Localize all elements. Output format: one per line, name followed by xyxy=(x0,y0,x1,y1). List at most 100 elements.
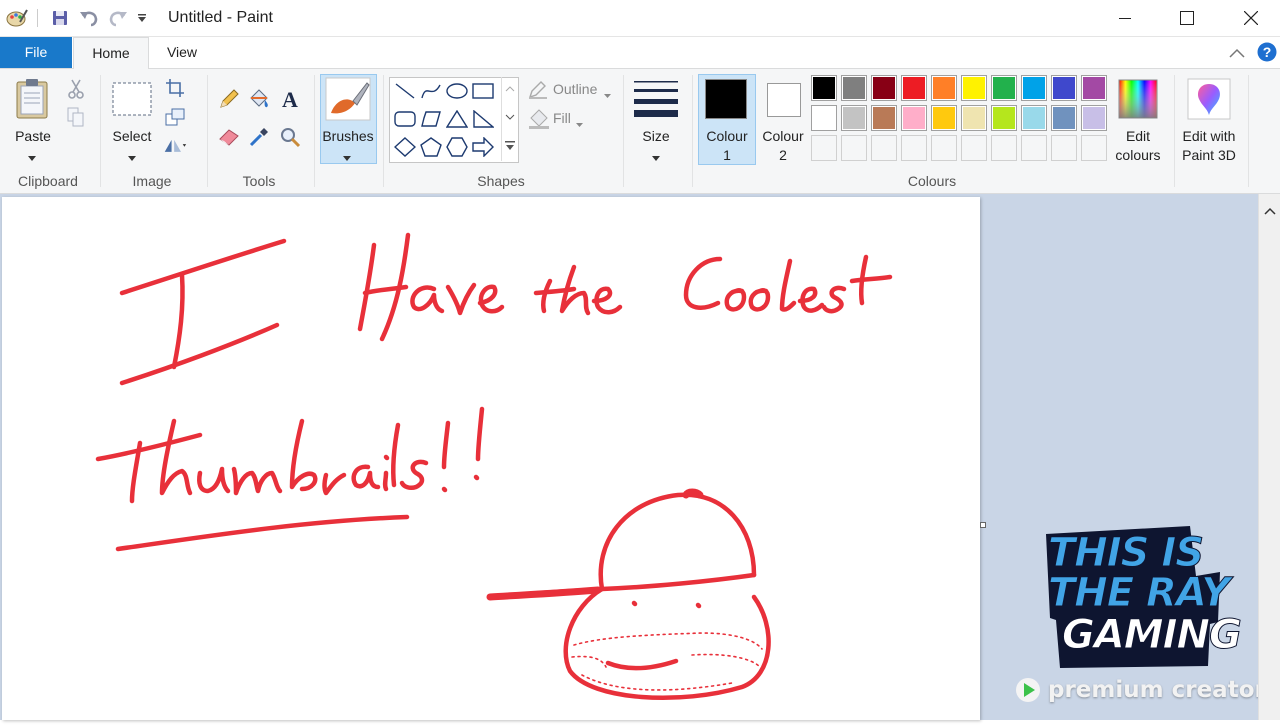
palette-swatch[interactable] xyxy=(961,105,987,131)
save-icon[interactable] xyxy=(48,7,72,29)
help-icon[interactable]: ? xyxy=(1257,42,1277,67)
triangle-shape-icon[interactable] xyxy=(444,108,470,130)
clipboard-icon[interactable] xyxy=(15,78,49,125)
canvas-resize-handle[interactable] xyxy=(980,522,986,528)
clipboard-group-label: Clipboard xyxy=(18,173,78,189)
fill-button[interactable]: Fill xyxy=(553,110,571,126)
paste-button[interactable]: Paste xyxy=(9,127,57,146)
palette-swatch[interactable] xyxy=(1081,75,1107,101)
palette-swatch[interactable] xyxy=(931,105,957,131)
palette-swatch[interactable] xyxy=(841,105,867,131)
tab-home[interactable]: Home xyxy=(73,37,149,69)
maximize-button[interactable] xyxy=(1156,0,1218,36)
edit-colours-button[interactable]: Edit colours xyxy=(1113,127,1163,165)
redo-icon[interactable] xyxy=(106,7,130,29)
colour-2-label-line1: Colour xyxy=(762,128,804,144)
palette-swatch[interactable] xyxy=(811,105,837,131)
minimize-ribbon-icon[interactable] xyxy=(1229,45,1245,63)
palette-custom-slot[interactable] xyxy=(1021,135,1047,161)
size-button[interactable]: Size xyxy=(632,127,680,146)
colour-2-swatch[interactable] xyxy=(767,83,801,117)
paste-dropdown-icon[interactable] xyxy=(28,149,36,167)
palette-swatch[interactable] xyxy=(1051,75,1077,101)
palette-custom-slot[interactable] xyxy=(841,135,867,161)
resize-icon[interactable] xyxy=(163,105,187,129)
edit-colours-line1: Edit xyxy=(1125,128,1151,144)
palette-swatch[interactable] xyxy=(961,75,987,101)
vertical-scrollbar[interactable] xyxy=(1258,194,1280,720)
rotate-icon[interactable] xyxy=(163,133,187,157)
palette-custom-slot[interactable] xyxy=(961,135,987,161)
brushes-dropdown-icon[interactable] xyxy=(343,149,351,167)
colour-2-label[interactable]: Colour 2 xyxy=(755,127,811,165)
palette-swatch[interactable] xyxy=(931,75,957,101)
pencil-icon[interactable] xyxy=(217,87,241,111)
oval-shape-icon[interactable] xyxy=(444,80,470,102)
palette-custom-slot[interactable] xyxy=(811,135,837,161)
palette-swatch[interactable] xyxy=(871,105,897,131)
right-triangle-shape-icon[interactable] xyxy=(470,108,496,130)
palette-swatch[interactable] xyxy=(991,75,1017,101)
polygon-shape-icon[interactable] xyxy=(418,108,444,130)
palette-custom-slot[interactable] xyxy=(1081,135,1107,161)
palette-custom-slot[interactable] xyxy=(1051,135,1077,161)
arrow-shape-icon[interactable] xyxy=(470,136,496,158)
curve-shape-icon[interactable] xyxy=(418,80,444,102)
fill-bucket-icon[interactable] xyxy=(247,87,271,111)
scroll-up-icon[interactable] xyxy=(1264,202,1276,220)
size-dropdown-icon[interactable] xyxy=(652,149,660,167)
magnifier-icon[interactable] xyxy=(278,125,302,149)
drawing-canvas[interactable] xyxy=(2,197,980,720)
palette-swatch[interactable] xyxy=(901,75,927,101)
tab-view[interactable]: View xyxy=(150,37,214,68)
cut-icon[interactable] xyxy=(64,77,88,101)
edit-with-paint-3d-button[interactable]: Edit with Paint 3D xyxy=(1178,127,1240,165)
customize-quick-access-icon[interactable] xyxy=(134,7,150,29)
palette-swatch[interactable] xyxy=(811,75,837,101)
outline-button[interactable]: Outline xyxy=(553,81,597,97)
palette-swatch[interactable] xyxy=(1081,105,1107,131)
size-icon[interactable] xyxy=(634,79,678,124)
diamond-shape-icon[interactable] xyxy=(392,136,418,158)
select-dropdown-icon[interactable] xyxy=(128,149,136,167)
outline-dropdown-icon[interactable] xyxy=(604,86,611,104)
tab-file[interactable]: File xyxy=(0,37,72,68)
eraser-icon[interactable] xyxy=(217,125,241,149)
shapes-scrollbar[interactable] xyxy=(501,77,518,161)
palette-swatch[interactable] xyxy=(991,105,1017,131)
paint-3d-icon[interactable] xyxy=(1187,78,1231,125)
rounded-rectangle-shape-icon[interactable] xyxy=(392,108,418,130)
select-icon[interactable] xyxy=(112,82,152,121)
tools-group-label: Tools xyxy=(242,173,276,189)
colour-1-swatch xyxy=(705,79,747,119)
outline-icon[interactable] xyxy=(528,81,548,104)
palette-swatch[interactable] xyxy=(841,75,867,101)
svg-text:?: ? xyxy=(1263,44,1272,60)
palette-custom-slot[interactable] xyxy=(901,135,927,161)
edit-colours-icon[interactable] xyxy=(1118,79,1158,124)
fill-icon[interactable] xyxy=(528,109,550,134)
palette-custom-slot[interactable] xyxy=(931,135,957,161)
undo-icon[interactable] xyxy=(77,7,101,29)
hexagon-shape-icon[interactable] xyxy=(444,136,470,158)
palette-swatch[interactable] xyxy=(1021,75,1047,101)
paint-app-icon[interactable] xyxy=(5,7,29,29)
crop-icon[interactable] xyxy=(163,76,187,100)
copy-icon[interactable] xyxy=(64,105,88,129)
group-separator xyxy=(314,75,315,187)
fill-dropdown-icon[interactable] xyxy=(576,115,583,133)
line-shape-icon[interactable] xyxy=(392,80,418,102)
colour-picker-icon[interactable] xyxy=(247,125,271,149)
minimize-button[interactable] xyxy=(1094,0,1156,36)
rectangle-shape-icon[interactable] xyxy=(470,80,496,102)
palette-custom-slot[interactable] xyxy=(871,135,897,161)
palette-swatch[interactable] xyxy=(1051,105,1077,131)
select-button[interactable]: Select xyxy=(107,127,157,146)
close-button[interactable] xyxy=(1220,0,1280,36)
text-tool-icon[interactable]: A xyxy=(278,87,302,111)
palette-swatch[interactable] xyxy=(871,75,897,101)
palette-swatch[interactable] xyxy=(1021,105,1047,131)
palette-custom-slot[interactable] xyxy=(991,135,1017,161)
palette-swatch[interactable] xyxy=(901,105,927,131)
pentagon-shape-icon[interactable] xyxy=(418,136,444,158)
